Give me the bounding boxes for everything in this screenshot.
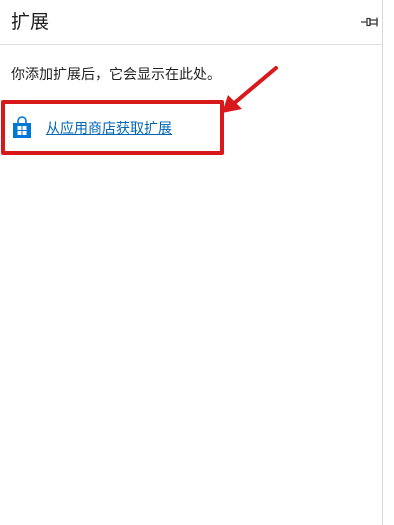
empty-state-message: 你添加扩展后，它会显示在此处。 (11, 67, 221, 83)
header-divider (0, 44, 383, 45)
pin-icon[interactable] (360, 14, 380, 30)
get-extensions-from-store-link[interactable]: 从应用商店获取扩展 (11, 114, 172, 142)
extensions-panel: 扩展 你添加扩展后，它会显示在此处。 从应用商店获取扩展 (0, 0, 383, 525)
store-bag-icon (11, 116, 33, 140)
panel-title: 扩展 (11, 11, 50, 33)
panel-header: 扩展 (0, 0, 383, 44)
store-link-label[interactable]: 从应用商店获取扩展 (46, 118, 172, 138)
